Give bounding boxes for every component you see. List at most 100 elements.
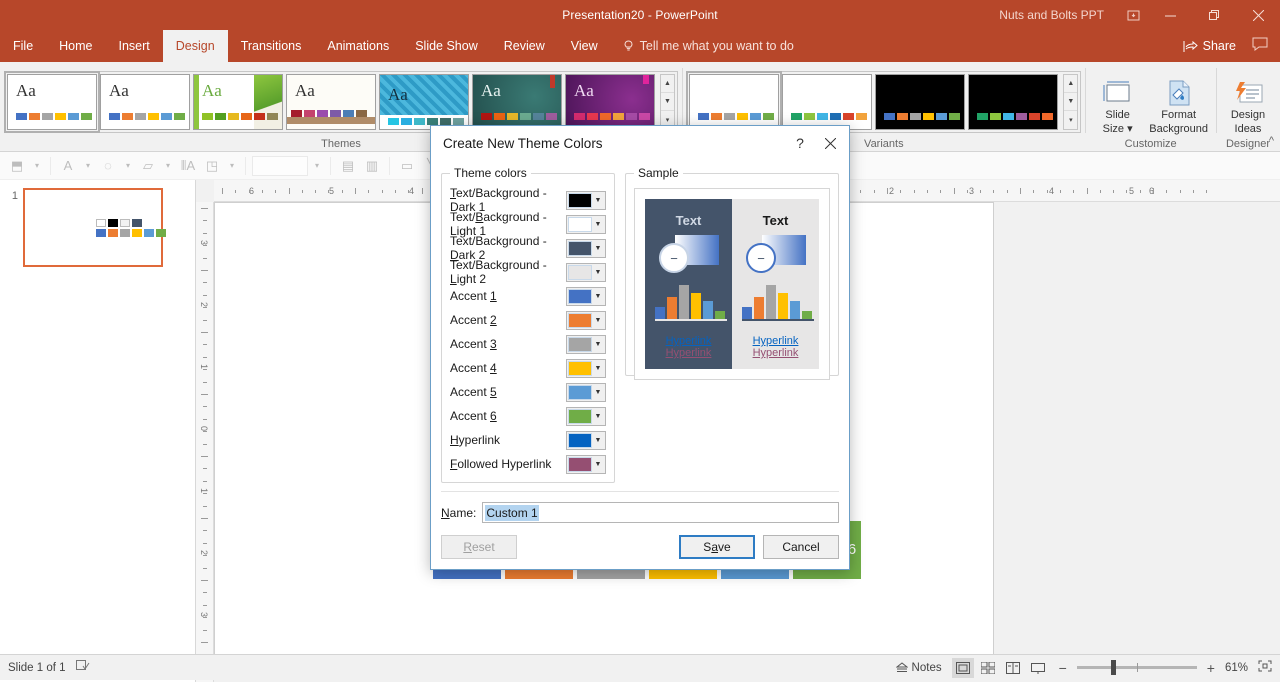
tab-insert[interactable]: Insert: [106, 30, 163, 62]
theme-thumb-office[interactable]: Aa: [7, 74, 97, 130]
ruler-tick: [1100, 190, 1101, 193]
theme-swatches: [574, 113, 650, 120]
minimize-icon[interactable]: [1148, 0, 1192, 30]
cancel-button[interactable]: Cancel: [763, 535, 839, 559]
collapse-ribbon-icon[interactable]: ^: [1269, 135, 1274, 147]
themes-gallery-scrollbar[interactable]: ▲ ▼ ▾: [660, 74, 675, 130]
swatch-button-text-background-light-2[interactable]: ▼: [566, 263, 606, 282]
themes-gallery[interactable]: Aa Aa Aa: [4, 71, 678, 133]
slide-show-button[interactable]: [1027, 658, 1049, 678]
hruler-label: 2: [889, 186, 894, 196]
gallery-more-icon[interactable]: ▾: [1064, 111, 1077, 128]
slide-list-item[interactable]: 1: [6, 188, 189, 267]
variant-thumb-2[interactable]: [782, 74, 872, 130]
zoom-out-icon[interactable]: −: [1059, 660, 1067, 676]
swatch-button-followed-hyperlink[interactable]: ▼: [566, 455, 606, 474]
chevron-down-icon: ▼: [592, 245, 604, 252]
toolbar-divider: [389, 157, 390, 175]
mini-tile-row: [96, 229, 166, 237]
reading-view-icon: [1006, 662, 1020, 674]
slide-sorter-button[interactable]: [977, 658, 999, 678]
restore-icon[interactable]: [1192, 0, 1236, 30]
ribbon-display-options-icon[interactable]: [1118, 0, 1148, 30]
reset-button[interactable]: Reset: [441, 535, 517, 559]
slide-thumbnail-pane[interactable]: 1: [0, 180, 196, 682]
swatch-button-accent-1[interactable]: ▼: [566, 287, 606, 306]
slide-thumbnail[interactable]: [23, 188, 163, 267]
color-row-label: Followed Hyperlink: [450, 457, 566, 471]
ruler-tick: [860, 190, 861, 193]
theme-thumb-facet[interactable]: Aa: [193, 74, 283, 130]
name-input[interactable]: Custom 1: [482, 502, 839, 523]
help-icon[interactable]: ?: [785, 129, 815, 157]
variant-thumb-1[interactable]: [689, 74, 779, 130]
slide-size-icon: [1103, 73, 1133, 107]
text-direction-icon: ⦀A: [177, 155, 199, 177]
theme-thumb-berlin[interactable]: Aa: [379, 74, 469, 130]
zoom-in-icon[interactable]: +: [1207, 660, 1215, 676]
zoom-slider-thumb[interactable]: [1111, 660, 1116, 675]
tab-view[interactable]: View: [558, 30, 611, 62]
fit-slide-icon[interactable]: [1258, 660, 1272, 675]
scroll-down-icon[interactable]: ▼: [661, 93, 674, 111]
swatch-button-accent-2[interactable]: ▼: [566, 311, 606, 330]
swatch-button-hyperlink[interactable]: ▼: [566, 431, 606, 450]
tab-review[interactable]: Review: [491, 30, 558, 62]
ribbon-tab-strip: File Home Insert Design Transitions Anim…: [0, 30, 1280, 62]
tab-home[interactable]: Home: [46, 30, 105, 62]
account-name[interactable]: Nuts and Bolts PPT: [999, 8, 1104, 22]
format-background-button[interactable]: Format Background: [1146, 69, 1212, 135]
tab-animations[interactable]: Animations: [314, 30, 402, 62]
ruler-tick: [900, 190, 901, 193]
zoom-level-label[interactable]: 61%: [1225, 662, 1248, 674]
slide-count-label[interactable]: Slide 1 of 1: [8, 662, 66, 674]
ruler-tick: [201, 270, 208, 271]
swatch-button-text-background-dark-1[interactable]: ▼: [566, 191, 606, 210]
theme-thumb-office-2[interactable]: Aa: [100, 74, 190, 130]
variant-thumb-4[interactable]: [968, 74, 1058, 130]
tab-transitions[interactable]: Transitions: [228, 30, 315, 62]
notes-button[interactable]: Notes: [896, 662, 942, 674]
swatch-button-text-background-dark-2[interactable]: ▼: [566, 239, 606, 258]
variant-thumb-3[interactable]: [875, 74, 965, 130]
color-row-label: Accent 1: [450, 289, 566, 303]
variants-gallery-scrollbar[interactable]: ▲ ▼ ▾: [1063, 74, 1078, 130]
theme-thumb-wisp[interactable]: Aa: [286, 74, 376, 130]
tab-file[interactable]: File: [0, 30, 46, 62]
tell-me-box[interactable]: Tell me what you want to do: [611, 30, 806, 62]
swatch-button-text-background-light-1[interactable]: ▼: [566, 215, 606, 234]
shape-outline-icon: ▱: [137, 155, 159, 177]
variants-gallery[interactable]: ▲ ▼ ▾: [686, 71, 1081, 133]
accessibility-checker-icon[interactable]: [76, 660, 90, 675]
swatch-button-accent-4[interactable]: ▼: [566, 359, 606, 378]
comments-icon[interactable]: [1252, 37, 1268, 56]
variant-swatches: [791, 113, 867, 120]
normal-view-button[interactable]: [952, 658, 974, 678]
ruler-tick: [1007, 190, 1008, 193]
swatch-button-accent-6[interactable]: ▼: [566, 407, 606, 426]
save-button[interactable]: Save: [679, 535, 755, 559]
close-icon[interactable]: [815, 129, 845, 157]
close-icon[interactable]: [1236, 0, 1280, 30]
theme-thumb-ion[interactable]: Aa: [472, 74, 562, 130]
swatch-button-accent-5[interactable]: ▼: [566, 383, 606, 402]
slide-size-button[interactable]: Slide Size ▾: [1090, 69, 1146, 135]
scroll-up-icon[interactable]: ▲: [1064, 75, 1077, 93]
scroll-down-icon[interactable]: ▼: [1064, 93, 1077, 111]
design-ideas-button[interactable]: Design Ideas: [1220, 69, 1276, 135]
ruler-tick: [201, 208, 208, 209]
reading-view-button[interactable]: [1002, 658, 1024, 678]
swatch-button-accent-3[interactable]: ▼: [566, 335, 606, 354]
sample-text-label: Text: [645, 213, 732, 228]
sample-fieldset: Sample Text −: [625, 166, 839, 376]
tab-slide-show[interactable]: Slide Show: [402, 30, 491, 62]
design-ideas-label-2: Ideas: [1235, 123, 1262, 135]
color-row-text-background-light-1: Text/Background - Light 1 ▼: [450, 212, 606, 236]
scroll-up-icon[interactable]: ▲: [661, 75, 674, 93]
share-button[interactable]: Share: [1177, 36, 1242, 56]
swatch-color: [568, 241, 592, 256]
ruler-tick: [203, 493, 207, 494]
tab-design[interactable]: Design: [163, 30, 228, 62]
theme-thumb-quotable[interactable]: Aa: [565, 74, 655, 130]
zoom-slider[interactable]: [1077, 666, 1197, 669]
